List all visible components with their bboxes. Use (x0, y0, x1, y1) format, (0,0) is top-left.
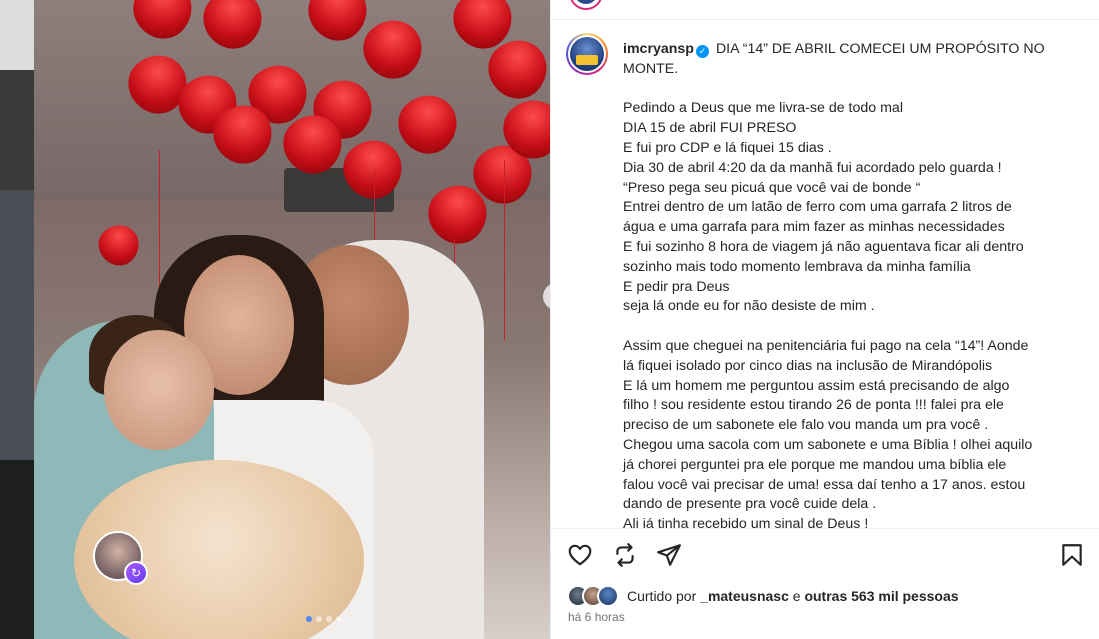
caption-line: E fui pro CDP e lá fiquei 15 dias . (623, 139, 832, 156)
caption-line: sozinho mais todo momento lembrava da mi… (623, 258, 971, 275)
caption-line: E pedir pra Deus (623, 278, 730, 295)
bookmark-icon (1062, 544, 1082, 566)
like-button[interactable] (566, 541, 594, 569)
caption-line: Chegou uma sacola com um sabonete e uma … (623, 436, 1033, 453)
caption-scroll-area[interactable]: imcryansp ✓ DIA “14” DE ABRIL COMECEI UM … (551, 20, 1099, 528)
header-avatar[interactable] (569, 0, 603, 10)
caption-line: Pedindo a Deus que me livra-se de todo m… (623, 100, 903, 117)
save-button[interactable] (1058, 541, 1086, 569)
heart-icon (568, 544, 592, 566)
caption-line: Assim que cheguei na penitenciária fui p… (623, 337, 1029, 354)
caption-line: lá fiquei isolado por cinco dias na incl… (623, 357, 993, 374)
caption-line: DIA “14” DE ABRIL COMECEI UM PROPÓSITO N… (715, 41, 1045, 57)
caption-line: água e uma garrafa para mim fazer as min… (623, 219, 1005, 236)
post-caption: imcryansp ✓ DIA “14” DE ABRIL COMECEI UM … (623, 40, 1063, 528)
caption-line: E fui sozinho 8 hora de viagem já não ag… (623, 238, 1024, 255)
instagram-post-modal: › ↻ imcryansp✓ DIA “14” DE ABRIL COMECEI… (0, 0, 1099, 639)
caption-line: Dia 30 de abril 4:20 da da manhã fui aco… (623, 159, 1002, 176)
repost-icon (616, 543, 634, 567)
carousel-dot (326, 616, 332, 622)
background-feed (0, 0, 34, 639)
liked-by-prefix: Curtido por (627, 588, 701, 604)
author-username[interactable]: imcryansp (623, 41, 694, 57)
avatar (597, 585, 619, 607)
caption-line: Entrei dentro de um latão de ferro com u… (623, 199, 1012, 216)
caption-line: E lá um homem me perguntou assim está pr… (623, 377, 1010, 394)
repost-button[interactable] (611, 541, 639, 569)
carousel-dot (336, 616, 342, 622)
refresh-icon[interactable]: ↻ (124, 561, 148, 585)
liked-by-middle: e (788, 588, 805, 604)
author-avatar[interactable] (566, 33, 608, 75)
liked-by-user-link[interactable]: _mateusnasc (700, 588, 789, 604)
caption-line: filho ! sou residente estou tirando 26 d… (623, 397, 1004, 414)
carousel-indicator (306, 616, 342, 622)
panel-header-edge (551, 0, 1099, 20)
carousel-next-button[interactable]: › (543, 283, 550, 310)
liker-avatars[interactable] (567, 585, 625, 607)
verified-icon: ✓ (695, 45, 709, 58)
caption-line: preciso de um sabonete ele falo vou mand… (623, 417, 989, 434)
caption-line: “Preso pega seu picuá que você vai de bo… (623, 179, 921, 196)
likes-summary: Curtido por _mateusnasc e outras 563 mil… (567, 585, 959, 607)
carousel-dot (316, 616, 322, 622)
caption-line: DIA 15 de abril FUI PRESO (623, 120, 797, 137)
caption-line: já chorei perguntei pra ele porque me ma… (623, 456, 1007, 473)
liked-by-others-link[interactable]: outras 563 mil pessoas (804, 588, 958, 604)
caption-line: dando de presente pra você cuide dela . (623, 496, 877, 513)
post-actions-bar (551, 528, 1099, 578)
post-details-panel: imcryansp ✓ DIA “14” DE ABRIL COMECEI UM … (550, 0, 1099, 639)
caption-line: MONTE. (623, 60, 679, 77)
caption-line: seja lá onde eu for não desiste de mim . (623, 298, 875, 315)
caption-line: Ali já tinha recebido um sinal de Deus ! (623, 516, 869, 528)
share-button[interactable] (655, 541, 683, 569)
post-timestamp[interactable]: há 6 horas (568, 610, 625, 624)
caption-line: falou você vai precisar de uma! essa daí… (623, 476, 1026, 493)
send-icon (657, 544, 681, 566)
carousel-dot (306, 616, 312, 622)
